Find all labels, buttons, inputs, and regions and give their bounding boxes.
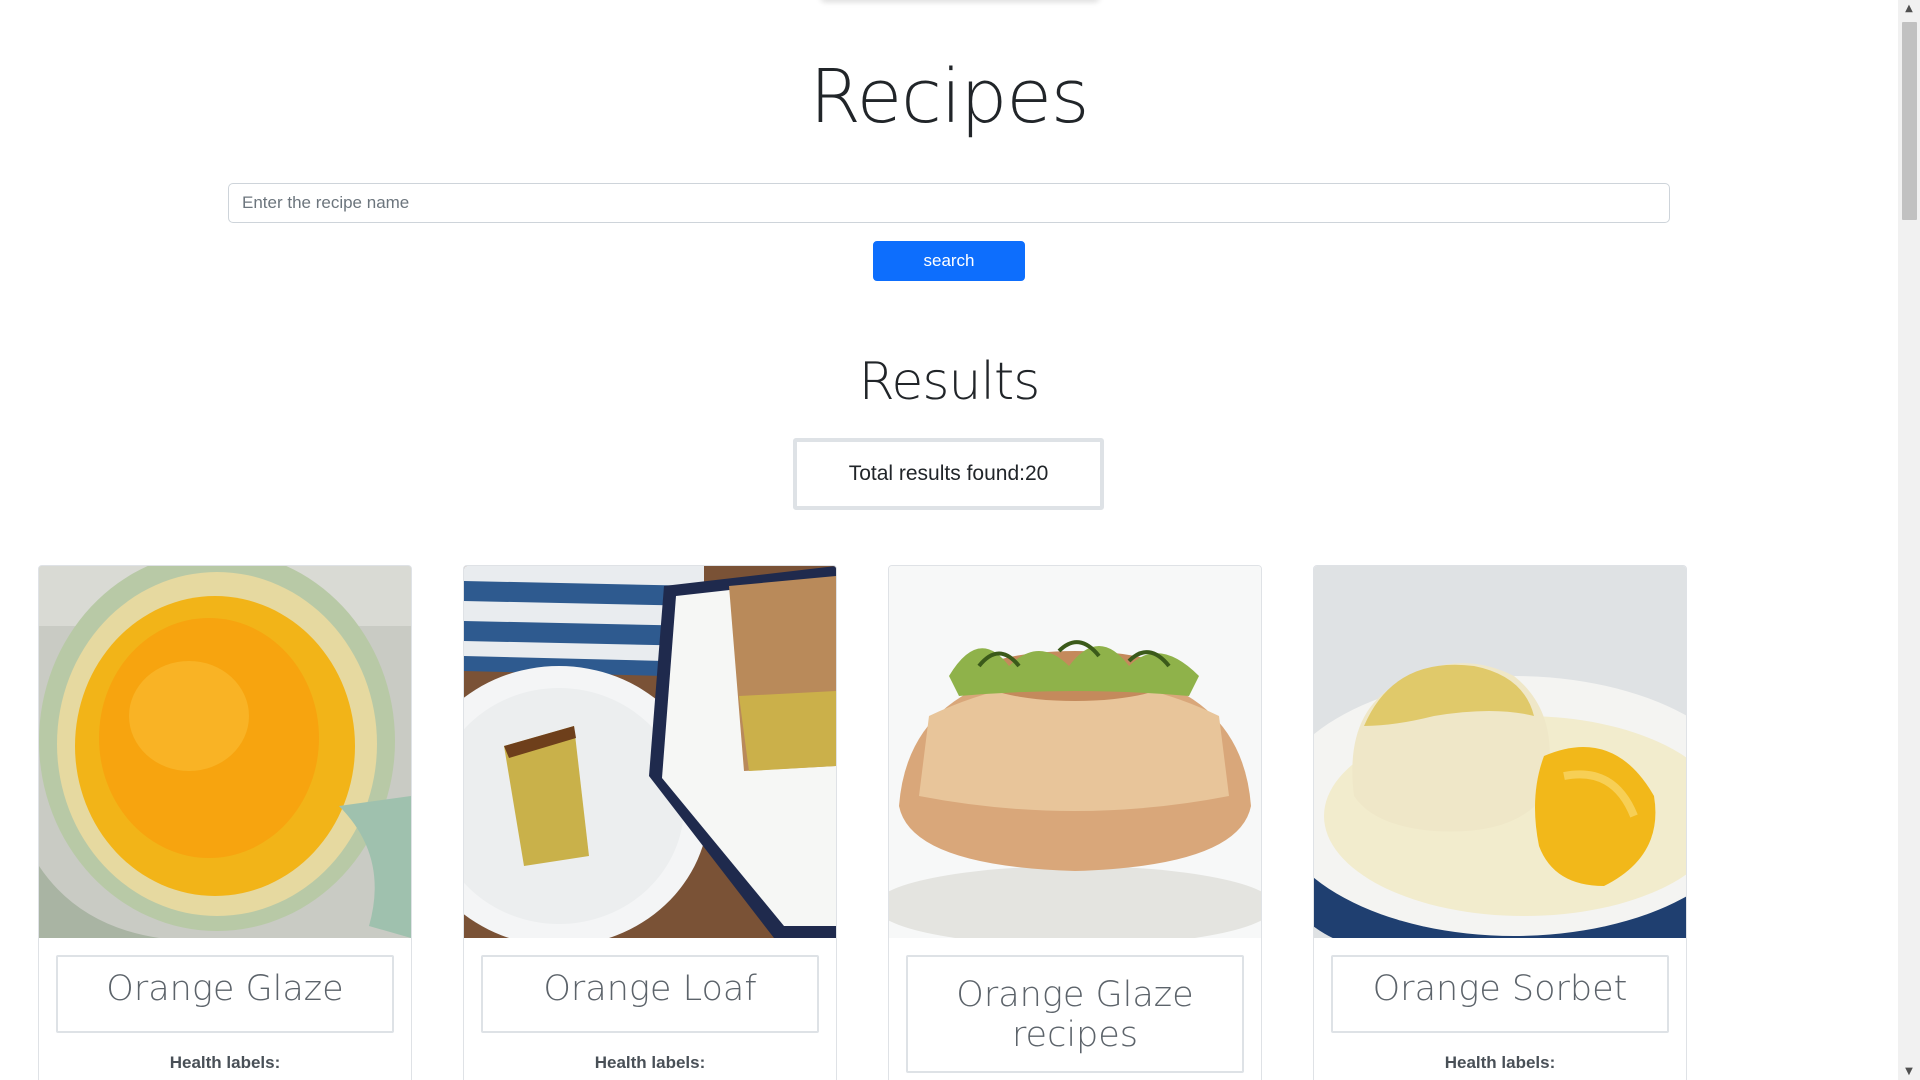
scrollbar-thumb[interactable] <box>1902 22 1917 220</box>
total-results-box: Total results found:20 <box>793 438 1104 510</box>
recipe-card[interactable]: Orange Sorbet Health labels: <box>1313 565 1687 1080</box>
results-heading: Results <box>858 352 1041 412</box>
recipe-card[interactable]: Orange Glaze recipes <box>888 565 1262 1080</box>
recipe-title: Orange Glaze recipes <box>906 955 1244 1073</box>
health-labels-heading: Health labels: <box>1444 1053 1556 1072</box>
recipe-title: Orange Glaze <box>56 955 394 1033</box>
search-button[interactable]: search <box>873 241 1025 281</box>
total-results-text: Total results found:20 <box>848 462 1049 485</box>
orange-loaf-photo[interactable] <box>464 566 836 938</box>
recipe-cards-grid: Orange Glaze Health labels: Orange Loaf … <box>38 565 1698 1080</box>
recipe-search-input[interactable] <box>228 183 1670 223</box>
recipe-card[interactable]: Orange Glaze Health labels: <box>38 565 412 1080</box>
scroll-down-arrow-icon[interactable]: ▼ <box>1898 1063 1920 1080</box>
recipe-title: Orange Sorbet <box>1331 955 1669 1033</box>
orange-sorbet-photo[interactable] <box>1314 566 1686 938</box>
recipe-card[interactable]: Orange Loaf Health labels: <box>463 565 837 1080</box>
vertical-scrollbar[interactable]: ▲ ▼ <box>1898 0 1920 1080</box>
recipe-title: Orange Loaf <box>481 955 819 1033</box>
scroll-up-arrow-icon[interactable]: ▲ <box>1898 0 1920 17</box>
health-labels-heading: Health labels: <box>594 1053 706 1072</box>
orange-glaze-cake-photo[interactable] <box>889 566 1261 938</box>
health-labels-heading: Health labels: <box>169 1053 281 1072</box>
recipes-page: Recipes search Results Total results fou… <box>0 0 1898 1080</box>
orange-glaze-photo[interactable] <box>39 566 411 938</box>
page-title: Recipes <box>809 54 1090 140</box>
